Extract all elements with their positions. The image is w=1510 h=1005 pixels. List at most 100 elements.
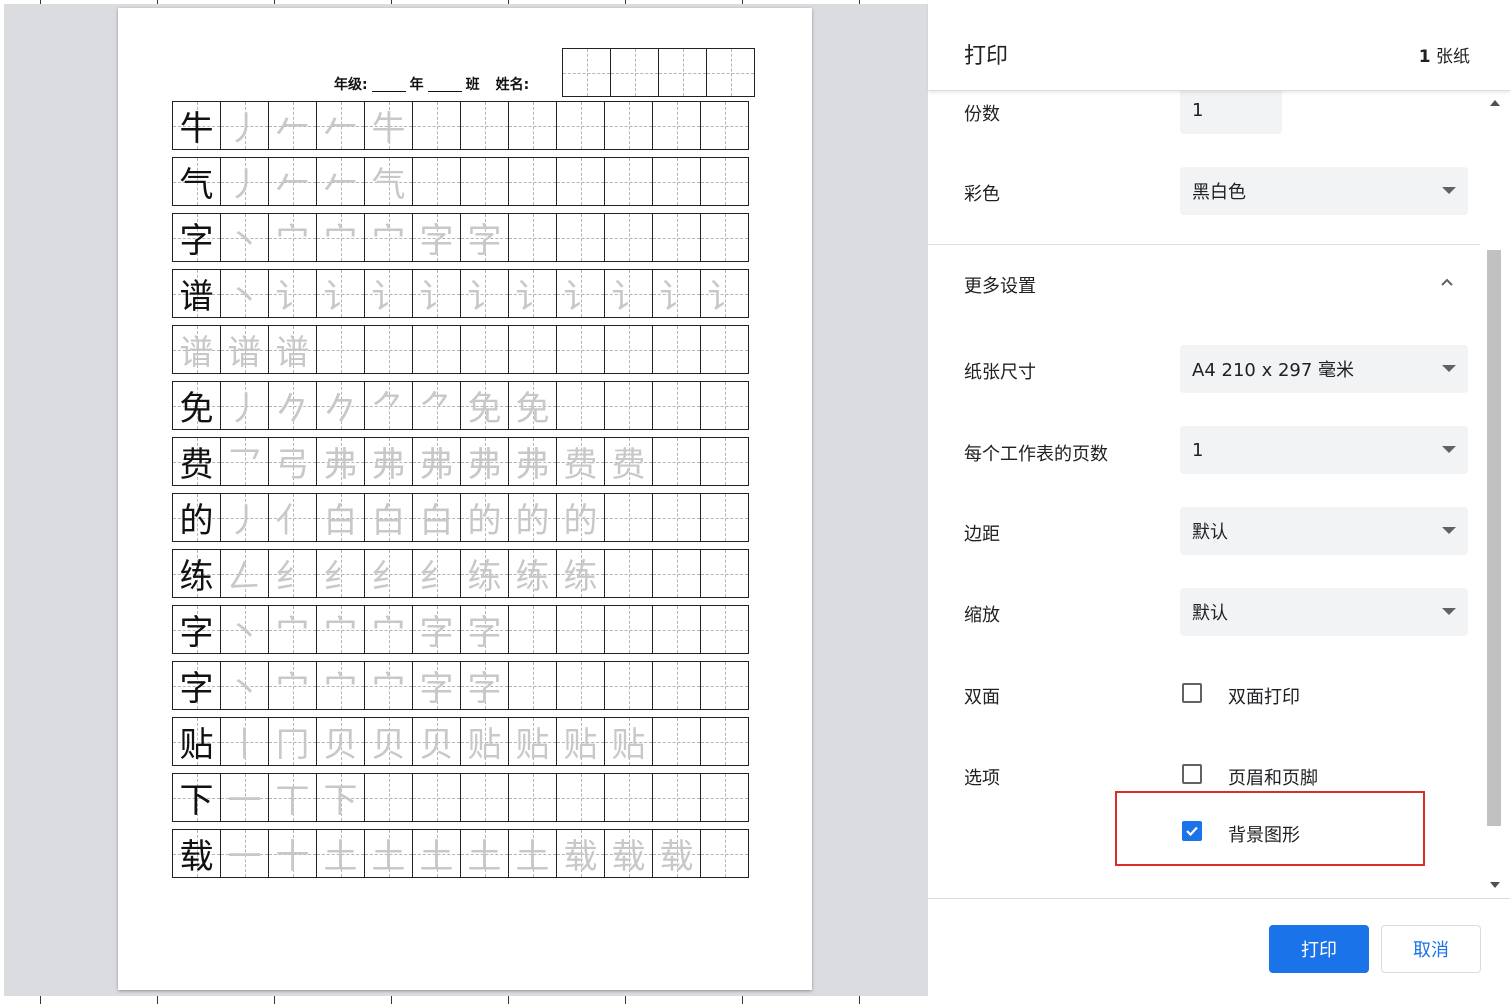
practice-cell: 土 xyxy=(364,829,413,878)
scroll-up-arrow-icon[interactable] xyxy=(1490,100,1500,106)
practice-cell: 字 xyxy=(412,661,461,710)
duplex-label: 双面 xyxy=(964,687,1000,708)
practice-model-cell: 贴 xyxy=(172,717,221,766)
print-preview-area: 年级: 年 班 姓名: 牛丿𠂉𠂉牛气丿𠂉𠂉气字丶宀宀宀字字谱丶讠讠讠讠讠讠讠讠讠… xyxy=(4,4,928,996)
trace-character: 丶 xyxy=(227,277,262,317)
pages-per-sheet-select[interactable]: 1 xyxy=(1180,426,1468,474)
print-button[interactable]: 打印 xyxy=(1269,925,1369,973)
trace-character: 宀 xyxy=(371,221,406,261)
practice-cell: 𠂉 xyxy=(316,157,365,206)
practice-cell: 的 xyxy=(508,493,557,542)
practice-cell xyxy=(556,661,605,710)
scrollbar-thumb[interactable] xyxy=(1487,250,1501,826)
trace-character: 亻 xyxy=(275,501,310,541)
scale-label: 缩放 xyxy=(964,605,1000,626)
trace-character: 土 xyxy=(371,837,406,877)
practice-cell: 练 xyxy=(556,549,605,598)
practice-cell xyxy=(700,549,749,598)
practice-model-cell: 载 xyxy=(172,829,221,878)
model-character: 贴 xyxy=(179,725,214,765)
practice-cell: 气 xyxy=(364,157,413,206)
paper-size-select[interactable]: A4 210 x 297 毫米 xyxy=(1180,345,1468,393)
sheet-count-number: 1 xyxy=(1418,47,1431,67)
trace-character: 一 xyxy=(227,781,262,821)
copies-label: 份数 xyxy=(964,104,1000,125)
practice-cell: 𠂉 xyxy=(316,101,365,150)
practice-cell: 丅 xyxy=(268,773,317,822)
practice-model-cell: 谱 xyxy=(172,325,221,374)
scale-select[interactable]: 默认 xyxy=(1180,588,1468,636)
character-practice-grid: 牛丿 𠂉 𠂉 牛气丿 𠂉 𠂉 气字丶宀宀宀字字谱丶讠讠讠讠讠讠讠讠讠讠谱谱谱免丿 𠂊 𠂊 ⺈⺈免免… xyxy=(172,101,749,885)
practice-cell: 讠 xyxy=(412,269,461,318)
practice-cell: 宀 xyxy=(268,605,317,654)
margins-select[interactable]: 默认 xyxy=(1180,507,1468,555)
ruler-tick xyxy=(391,996,392,1004)
practice-cell: 讠 xyxy=(508,269,557,318)
trace-character: 谱 xyxy=(227,333,262,373)
ruler-tick xyxy=(157,996,158,1004)
practice-cell: 丶 xyxy=(220,269,269,318)
practice-cell: ⺈ xyxy=(364,381,413,430)
trace-character: 谱 xyxy=(179,333,214,373)
practice-cell: 字 xyxy=(412,605,461,654)
practice-cell xyxy=(700,381,749,430)
settings-scrollbar[interactable] xyxy=(1480,90,1510,898)
trace-character: 讠 xyxy=(419,277,454,317)
trace-character: 载 xyxy=(563,837,598,877)
practice-cell: 讠 xyxy=(364,269,413,318)
practice-cell xyxy=(604,549,653,598)
practice-cell xyxy=(412,325,461,374)
chevron-up-icon[interactable] xyxy=(1441,276,1453,288)
trace-character: 乛 xyxy=(227,445,262,485)
model-character: 的 xyxy=(179,501,214,541)
practice-cell: 字 xyxy=(412,213,461,262)
practice-cell xyxy=(700,101,749,150)
practice-cell xyxy=(700,717,749,766)
section-divider xyxy=(928,244,1480,245)
practice-cell: 丿 xyxy=(220,157,269,206)
practice-cell: 讠 xyxy=(268,269,317,318)
practice-cell: 贴 xyxy=(460,717,509,766)
headers-footers-checkbox[interactable] xyxy=(1182,764,1202,784)
headers-footers-label[interactable]: 页眉和页脚 xyxy=(1228,764,1318,790)
practice-cell xyxy=(364,325,413,374)
practice-cell xyxy=(604,101,653,150)
cancel-button[interactable]: 取消 xyxy=(1381,925,1481,973)
practice-cell xyxy=(508,101,557,150)
practice-cell: 土 xyxy=(508,829,557,878)
practice-cell: 一 xyxy=(220,829,269,878)
practice-cell: 宀 xyxy=(364,213,413,262)
practice-cell: 宀 xyxy=(364,661,413,710)
trace-character: ⺈ xyxy=(371,389,406,429)
practice-cell: 纟 xyxy=(268,549,317,598)
trace-character: 纟 xyxy=(275,557,310,597)
practice-cell xyxy=(652,381,701,430)
practice-cell: 宀 xyxy=(268,213,317,262)
practice-cell xyxy=(604,661,653,710)
practice-model-cell: 字 xyxy=(172,661,221,710)
practice-cell xyxy=(460,325,509,374)
trace-character: 丨 xyxy=(227,725,262,765)
margins-label: 边距 xyxy=(964,524,1000,545)
practice-cell: 练 xyxy=(460,549,509,598)
practice-cell xyxy=(604,605,653,654)
panel-header: 打印 1 张纸 xyxy=(928,0,1510,91)
practice-cell xyxy=(556,157,605,206)
scroll-down-arrow-icon[interactable] xyxy=(1490,882,1500,888)
practice-cell xyxy=(652,717,701,766)
practice-cell xyxy=(604,773,653,822)
color-select[interactable]: 黑白色 xyxy=(1180,167,1468,215)
duplex-checkbox[interactable] xyxy=(1182,683,1202,703)
more-settings-toggle[interactable]: 更多设置 xyxy=(964,272,1036,298)
trace-character: 贴 xyxy=(611,725,646,765)
trace-character: 的 xyxy=(467,501,502,541)
name-grid-cell xyxy=(562,48,611,97)
duplex-option-label[interactable]: 双面打印 xyxy=(1228,683,1300,709)
practice-cell xyxy=(700,605,749,654)
practice-cell: 练 xyxy=(508,549,557,598)
practice-cell xyxy=(700,661,749,710)
practice-row: 字丶宀宀宀字字 xyxy=(172,213,749,262)
ruler-tick xyxy=(508,996,509,1004)
preview-page: 年级: 年 班 姓名: 牛丿𠂉𠂉牛气丿𠂉𠂉气字丶宀宀宀字字谱丶讠讠讠讠讠讠讠讠讠… xyxy=(118,8,812,990)
copies-input[interactable]: 1 xyxy=(1180,86,1282,134)
